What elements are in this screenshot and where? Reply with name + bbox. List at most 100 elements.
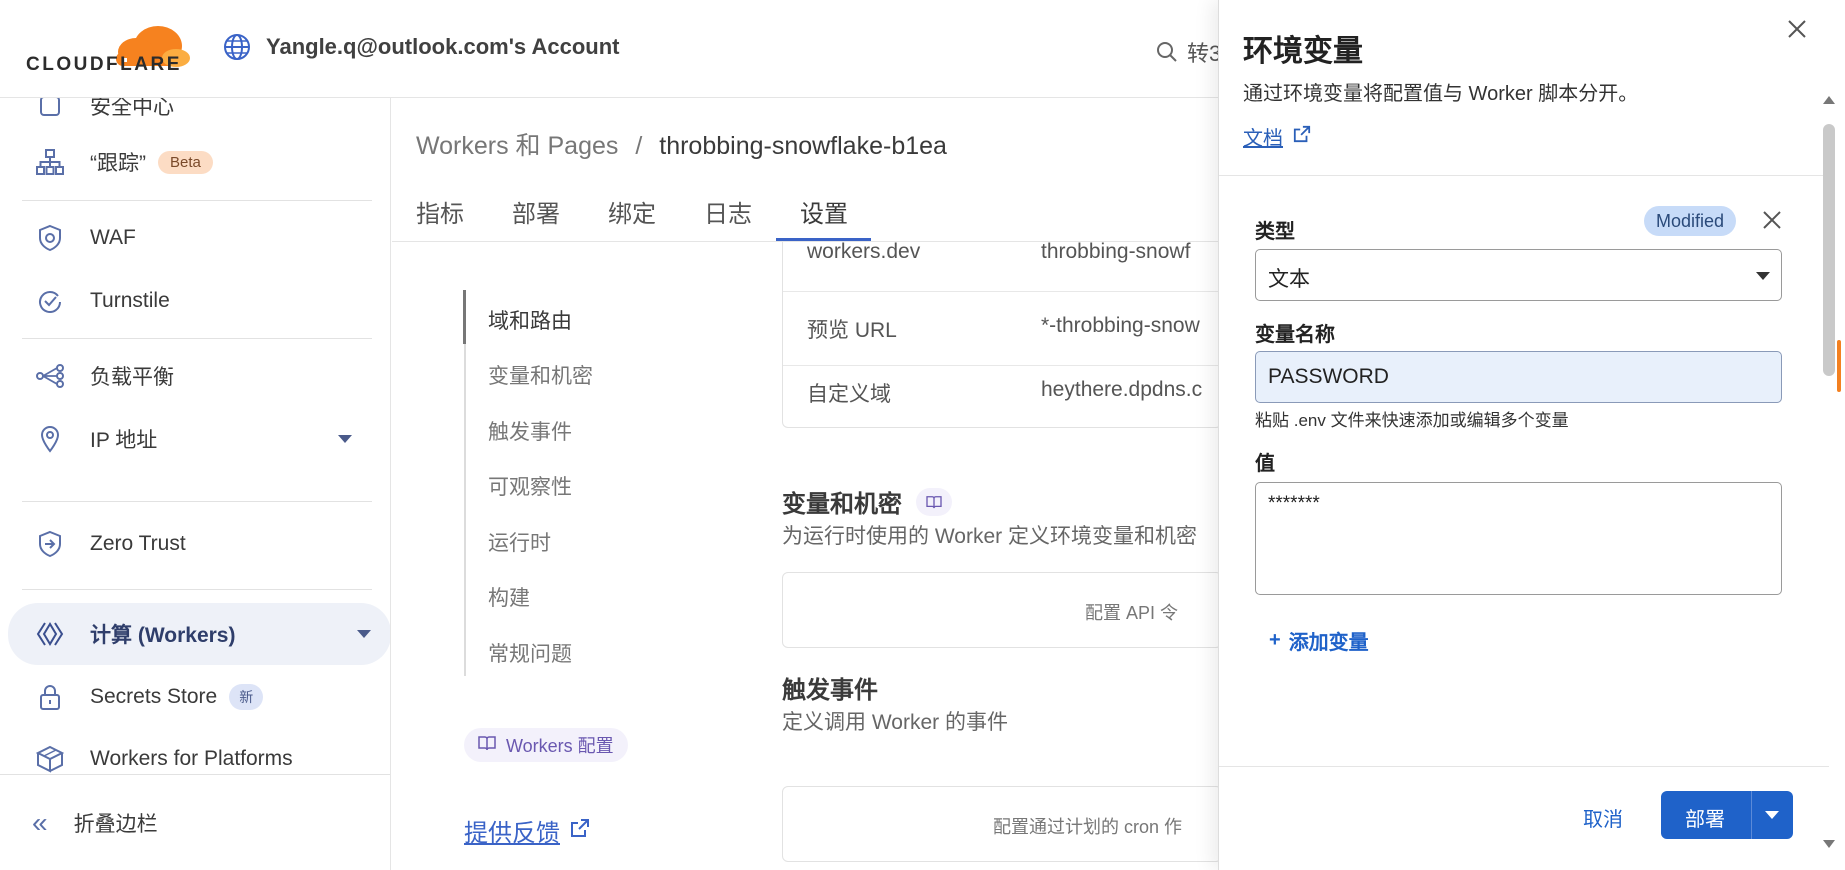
feedback-edge-tab[interactable] <box>1837 340 1841 392</box>
sidebar-item-turnstile[interactable]: Turnstile <box>20 273 372 329</box>
route-value[interactable]: heythere.dpdns.c <box>1041 378 1202 402</box>
settings-subnav-indicator <box>463 290 466 344</box>
sidebar-item-compute-workers[interactable]: 计算 (Workers) <box>8 603 390 665</box>
variable-name-label: 变量名称 <box>1255 324 1335 346</box>
sidebar-item-load-balancing[interactable]: 负载平衡 <box>20 348 372 404</box>
zero-trust-icon <box>34 528 66 560</box>
breadcrumb-separator: / <box>635 132 643 160</box>
shield-icon <box>34 98 66 122</box>
add-variable-button[interactable]: + 添加变量 <box>1269 626 1369 655</box>
tab-logs[interactable]: 日志 <box>704 194 752 229</box>
sidebar-item-waf[interactable]: WAF <box>20 210 372 266</box>
tab-metrics[interactable]: 指标 <box>416 194 464 229</box>
subnav-general[interactable]: 常规问题 <box>488 638 572 668</box>
sidebar-item-ip-addresses[interactable]: IP 地址 <box>20 411 372 467</box>
modified-badge: Modified <box>1644 206 1737 236</box>
deploy-options-chevron-icon[interactable] <box>1765 811 1779 819</box>
book-icon <box>478 735 496 756</box>
route-type: 自定义域 <box>807 383 891 406</box>
tab-bindings[interactable]: 绑定 <box>608 194 656 229</box>
subnav-build[interactable]: 构建 <box>488 582 530 612</box>
beta-badge: Beta <box>158 150 213 174</box>
table-row: 自定义域 heythere.dpdns.c <box>783 356 1222 430</box>
chevron-down-icon <box>357 630 371 638</box>
panel-description: 通过环境变量将配置值与 Worker 脚本分开。 <box>1243 83 1639 105</box>
close-icon <box>1763 211 1781 229</box>
account-switcher[interactable]: Yangle.q@outlook.com's Account <box>222 32 619 62</box>
sidebar-divider <box>22 501 372 502</box>
panel-footer-divider <box>1219 766 1829 767</box>
add-variable-label: 添加变量 <box>1288 632 1369 654</box>
sidebar-item-secrets-store[interactable]: Secrets Store 新 <box>20 669 372 725</box>
quick-search[interactable]: 转3 <box>1155 36 1221 68</box>
domains-routes-table: workers.dev throbbing-snowf 预览 URL *-thr… <box>782 240 1222 430</box>
workers-config-label: Workers 配置 <box>506 736 614 756</box>
triggers-section-title: 触发事件 <box>782 670 878 705</box>
subnav-observability[interactable]: 可观察性 <box>488 471 572 501</box>
plus-icon: + <box>1269 629 1281 651</box>
triggers-section-subtitle: 定义调用 Worker 的事件 <box>782 711 1008 734</box>
feedback-label: 提供反馈 <box>464 820 560 847</box>
sidebar-item-label: Workers for Platforms <box>90 747 293 770</box>
table-row: workers.dev throbbing-snowf <box>783 218 1222 292</box>
sidebar-item-label: “跟踪” <box>90 152 146 175</box>
turnstile-icon <box>34 285 66 317</box>
account-name: Yangle.q@outlook.com's Account <box>266 34 620 59</box>
type-select-value: 文本 <box>1268 268 1310 291</box>
deploy-button[interactable]: 部署 <box>1685 803 1725 832</box>
sidebar-item-zero-trust[interactable]: Zero Trust <box>20 516 372 572</box>
workers-config-link[interactable]: Workers 配置 <box>464 728 628 762</box>
location-pin-icon <box>34 423 66 455</box>
scrollbar-thumb[interactable] <box>1823 124 1835 376</box>
route-value[interactable]: *-throbbing-snow <box>1041 314 1200 338</box>
type-label: 类型 <box>1255 221 1295 243</box>
app-window: CLOUDFLARE Yangle.q@outlook.com's Accoun… <box>0 0 1845 870</box>
route-value[interactable]: throbbing-snowf <box>1041 240 1190 264</box>
sidebar-item-label: Turnstile <box>90 289 170 312</box>
breadcrumb-root[interactable]: Workers 和 Pages <box>416 132 618 160</box>
variable-value-textarea[interactable]: ******* <box>1255 482 1782 595</box>
chevron-down-icon <box>338 435 352 443</box>
external-link-icon <box>1293 125 1311 149</box>
sitemap-icon <box>34 146 66 178</box>
panel-divider <box>1219 175 1829 176</box>
sidebar-item-tracking[interactable]: “跟踪” Beta <box>20 134 372 190</box>
env-paste-hint: 粘贴 .env 文件来快速添加或编辑多个变量 <box>1255 411 1569 430</box>
sidebar-item-label: 计算 (Workers) <box>90 624 236 647</box>
env-variables-panel: 环境变量 通过环境变量将配置值与 Worker 脚本分开。 文档 类型 Modi… <box>1218 0 1845 870</box>
cancel-button[interactable]: 取消 <box>1583 803 1623 832</box>
cloudflare-logo[interactable]: CLOUDFLARE <box>26 18 191 80</box>
subnav-runtime[interactable]: 运行时 <box>488 527 551 557</box>
load-balancer-icon <box>34 360 66 392</box>
search-icon <box>1157 42 1177 62</box>
sidebar-item-security-center[interactable]: 安全中心 <box>20 98 372 134</box>
chevron-down-icon <box>1756 272 1770 280</box>
scroll-up-arrow[interactable] <box>1823 96 1835 104</box>
deploy-split-divider <box>1751 791 1752 839</box>
collapse-sidebar-label: 折叠边栏 <box>73 812 158 836</box>
subnav-triggers[interactable]: 触发事件 <box>488 416 572 446</box>
collapse-sidebar-button[interactable]: « 折叠边栏 <box>0 774 390 870</box>
subnav-domains-routes[interactable]: 域和路由 <box>488 305 572 335</box>
route-type: 预览 URL <box>807 319 897 342</box>
remove-variable-button[interactable] <box>1759 207 1785 233</box>
globe-icon <box>224 34 250 60</box>
scroll-down-arrow[interactable] <box>1823 840 1835 848</box>
close-icon <box>1788 20 1806 38</box>
value-label: 值 <box>1255 453 1275 475</box>
search-label: 转3 <box>1187 41 1222 66</box>
variable-name-input[interactable]: PASSWORD <box>1255 351 1782 403</box>
close-panel-button[interactable] <box>1782 14 1812 44</box>
sidebar-item-label: 负载平衡 <box>90 366 174 389</box>
docs-link-label: 文档 <box>1243 128 1283 150</box>
deploy-split-button: 部署 <box>1661 791 1793 839</box>
type-select[interactable]: 文本 <box>1255 249 1782 301</box>
tab-deployments[interactable]: 部署 <box>512 194 560 229</box>
docs-link[interactable]: 文档 <box>1243 122 1311 151</box>
sidebar-item-label: WAF <box>90 226 136 249</box>
feedback-link[interactable]: 提供反馈 <box>464 813 590 848</box>
book-icon[interactable] <box>916 487 952 516</box>
subnav-variables-secrets[interactable]: 变量和机密 <box>488 360 593 390</box>
lock-icon <box>34 681 66 713</box>
sidebar-item-label: IP 地址 <box>90 429 158 452</box>
